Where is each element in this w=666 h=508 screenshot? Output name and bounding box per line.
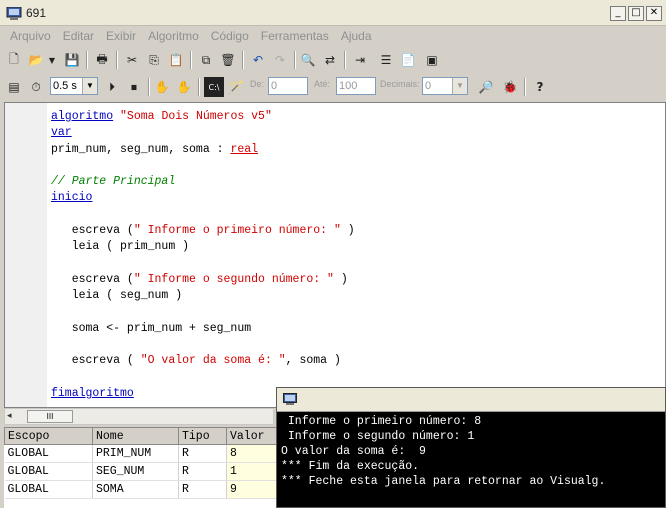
app-icon (6, 7, 22, 20)
de-field[interactable]: 0 (268, 77, 308, 95)
speed-value: 0.5 s (53, 80, 77, 92)
paste-icon[interactable]: 📋 (166, 50, 186, 70)
code-editor[interactable]: algoritmo "Soma Dois Números v5" var pri… (4, 102, 666, 408)
list-icon[interactable]: ☰ (376, 50, 396, 70)
run-toolbar: ▤ ⏱ 0.5 s ▼ ⏵ ⏹ ✋ ✋ C:\ 🪄 De: 0 Até: 100… (0, 74, 666, 100)
bug-icon[interactable]: 🐞 (500, 77, 520, 97)
document-icon[interactable]: 📄 (398, 50, 418, 70)
window-title: 691 (26, 6, 47, 20)
de-label: De: (250, 79, 265, 89)
save-icon[interactable]: 💾 (62, 50, 82, 70)
minimize-button[interactable]: _ (610, 6, 626, 21)
chevron-down-icon: ▼ (82, 78, 97, 94)
timer-icon[interactable]: ⏱ (26, 77, 46, 97)
scroll-thumb[interactable]: III (27, 410, 73, 423)
ate-field[interactable]: 100 (336, 77, 376, 95)
decimais-select[interactable]: 0 ▼ (422, 77, 468, 95)
column-header[interactable]: Tipo (178, 427, 227, 445)
maximize-button[interactable]: □ (628, 6, 644, 21)
copy-to-clipboard-icon[interactable]: ⧉ (196, 50, 216, 70)
breakpoint-icon[interactable]: ✋ (174, 77, 194, 97)
menu-algoritmo[interactable]: Algoritmo (142, 26, 205, 46)
hand-icon[interactable]: ✋ (152, 77, 172, 97)
chevron-down-icon: ▼ (452, 78, 467, 94)
cut-icon[interactable]: ✂ (122, 50, 142, 70)
console-app-icon (283, 393, 297, 405)
new-file-icon[interactable]: 🗋 (4, 50, 24, 70)
console-output: Informe o primeiro número: 8 Informe o s… (281, 415, 606, 488)
table-row[interactable]: GLOBAL SEG_NUM R 1 (4, 462, 287, 481)
ate-label: Até: (314, 79, 331, 89)
magic-wand-icon[interactable]: 🪄 (226, 77, 246, 97)
replace-icon[interactable]: ⇄ (320, 50, 340, 70)
column-header[interactable]: Escopo (4, 427, 93, 445)
stop-icon[interactable]: ⏹ (124, 77, 144, 97)
table-row[interactable]: GLOBAL SOMA R 9 (4, 480, 287, 499)
help-icon[interactable]: ? (530, 77, 550, 97)
horizontal-scrollbar[interactable]: ◂ III (4, 408, 274, 425)
column-header[interactable]: Nome (92, 427, 179, 445)
menu-exibir[interactable]: Exibir (100, 26, 142, 46)
open-dropdown-icon[interactable]: ▼ (46, 50, 58, 70)
decimais-label: Decimais: (380, 79, 420, 89)
find-icon[interactable]: 🔍 (298, 50, 318, 70)
open-folder-icon[interactable]: 📂 (26, 50, 46, 70)
menu-editar[interactable]: Editar (57, 26, 100, 46)
run-icon[interactable]: ▤ (4, 77, 24, 97)
scroll-left-icon[interactable]: ◂ (7, 410, 12, 421)
console-window[interactable]: Informe o primeiro número: 8 Informe o s… (276, 387, 666, 508)
copy-icon[interactable]: ⎘ (144, 50, 164, 70)
window-icon[interactable]: ▣ (422, 50, 442, 70)
editor-gutter (5, 103, 47, 407)
step-icon[interactable]: ⏵ (102, 77, 122, 97)
close-button[interactable]: ✕ (646, 6, 662, 21)
title-bar: 691 _ □ ✕ (0, 0, 666, 26)
redo-icon[interactable]: ↷ (270, 50, 290, 70)
zoom-icon[interactable]: 🔎 (476, 77, 496, 97)
console-icon[interactable]: C:\ (204, 77, 224, 97)
variables-table: Escopo Nome Tipo Valor GLOBAL PRIM_NUM R… (4, 427, 304, 508)
menu-codigo[interactable]: Código (205, 26, 255, 46)
table-row[interactable]: GLOBAL PRIM_NUM R 8 (4, 444, 287, 463)
print-icon[interactable]: 🖶 (92, 50, 112, 70)
speed-select[interactable]: 0.5 s ▼ (50, 77, 98, 95)
indent-icon[interactable]: ⇥ (350, 50, 370, 70)
main-toolbar: 🗋 📂 ▼ 💾 🖶 ✂ ⎘ 📋 ⧉ 🗑 ↶ ↷ 🔍 ⇄ ⇥ ☰ 📄 ▣ (0, 47, 666, 73)
decimais-value: 0 (425, 80, 432, 92)
console-title-bar[interactable] (277, 388, 665, 412)
delete-icon[interactable]: 🗑 (218, 50, 238, 70)
menu-ferramentas[interactable]: Ferramentas (255, 26, 335, 46)
code-text: algoritmo "Soma Dois Números v5" var pri… (51, 110, 355, 401)
menu-arquivo[interactable]: Arquivo (4, 26, 57, 46)
menu-bar: Arquivo Editar Exibir Algoritmo Código F… (0, 26, 666, 46)
menu-ajuda[interactable]: Ajuda (335, 26, 378, 46)
undo-icon[interactable]: ↶ (248, 50, 268, 70)
